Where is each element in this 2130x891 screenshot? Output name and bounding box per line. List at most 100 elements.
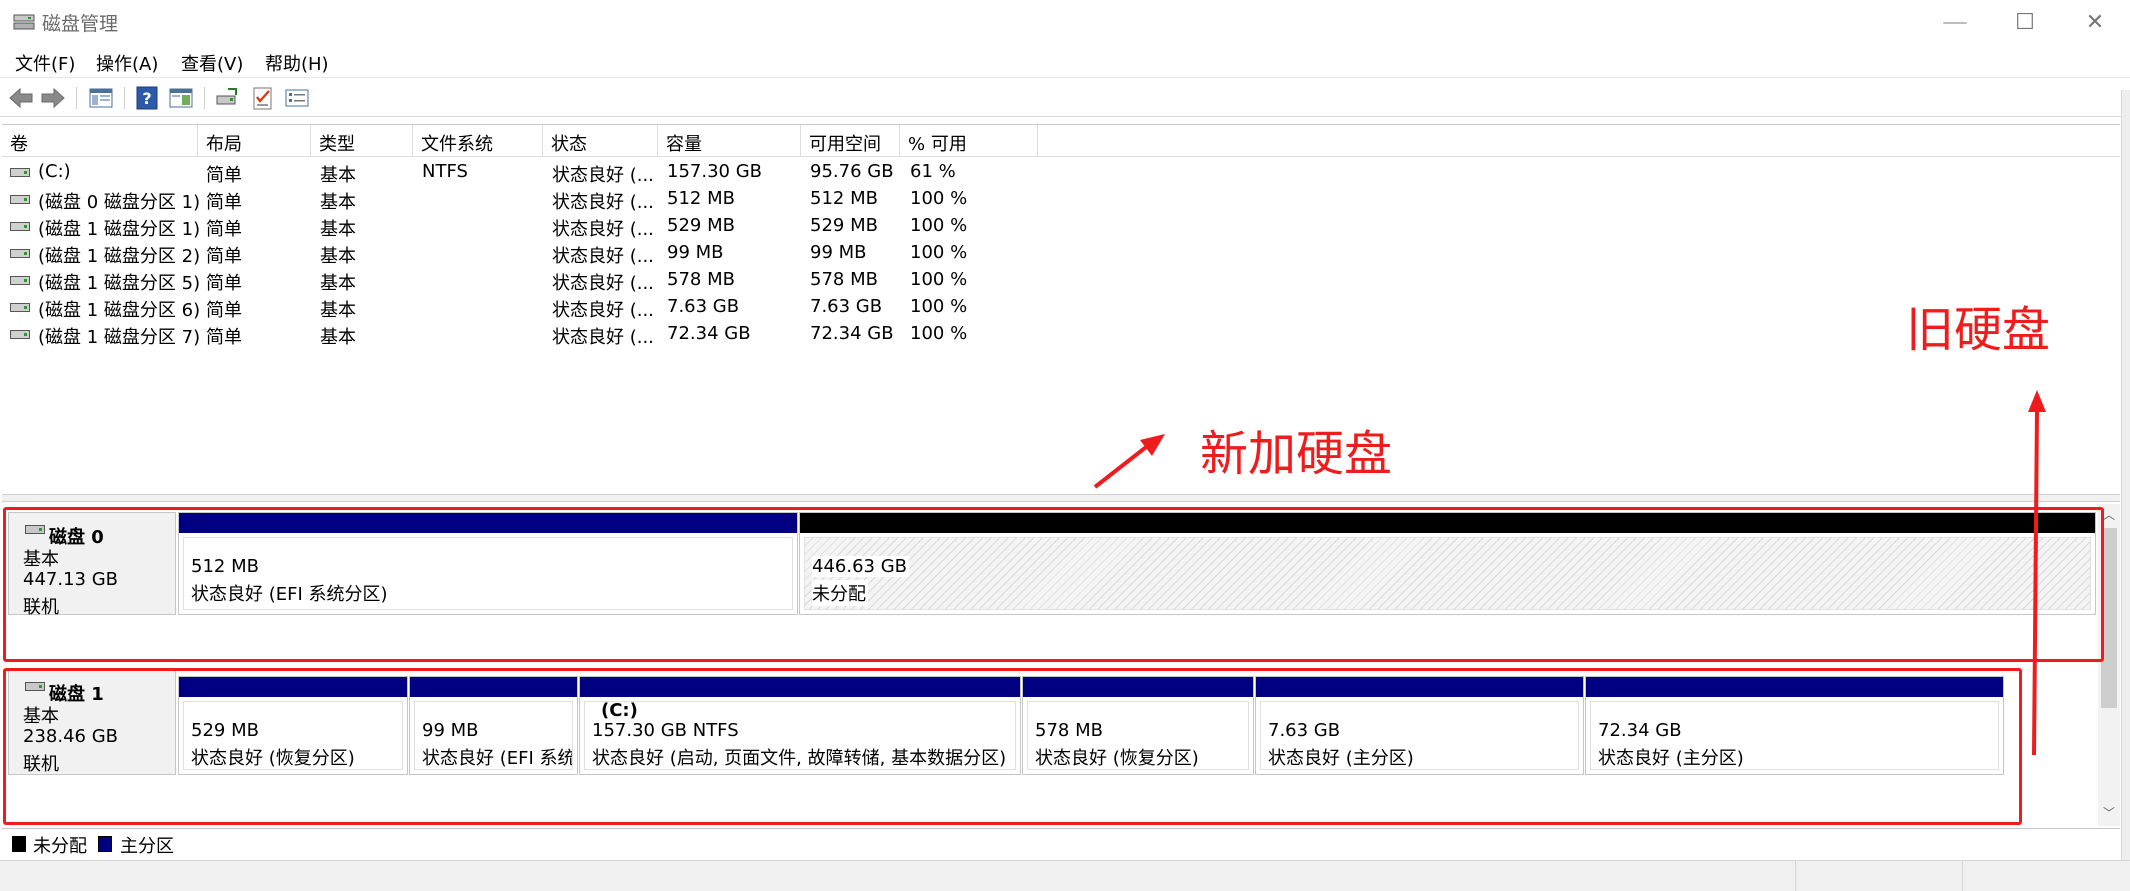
table-row[interactable]: (磁盘 0 磁盘分区 1) 简单 基本 状态良好 (... 512 MB 512 MB 10… xyxy=(2,186,2120,213)
cell-percent-free: 61 % xyxy=(910,161,956,182)
list-header: 卷 布局 类型 文件系统 状态 容量 可用空间 % 可用 xyxy=(2,125,2120,157)
cell-status: 状态良好 (... xyxy=(552,273,654,294)
table-row[interactable]: (磁盘 1 磁盘分区 1) 简单 基本 状态良好 (... 529 MB 529 MB 10… xyxy=(2,213,2120,240)
cell-layout: 简单 xyxy=(206,246,242,267)
cell-capacity: 7.63 GB xyxy=(667,296,740,317)
column-header-filesystem[interactable]: 文件系统 xyxy=(413,125,543,157)
cell-status: 状态良好 (... xyxy=(552,219,654,240)
properties-icon[interactable] xyxy=(284,85,310,111)
annotation-box-disk-1 xyxy=(3,668,2022,825)
cell-capacity: 72.34 GB xyxy=(667,323,751,344)
cell-volume: (磁盘 1 磁盘分区 7) xyxy=(38,327,201,348)
checklist-icon[interactable] xyxy=(250,85,276,111)
cell-capacity: 512 MB xyxy=(667,188,735,209)
close-icon: ✕ xyxy=(2085,9,2105,35)
column-header-free-space[interactable]: 可用空间 xyxy=(801,125,900,157)
toolbar: ? xyxy=(0,79,2130,117)
cell-volume: (磁盘 1 磁盘分区 6) xyxy=(38,300,201,321)
menu-file[interactable]: 文件(F) xyxy=(15,50,75,76)
column-header-type[interactable]: 类型 xyxy=(311,125,413,157)
annotation-old-disk: 旧硬盘 xyxy=(1906,302,2051,358)
cell-free-space: 578 MB xyxy=(810,269,878,290)
cell-volume: (磁盘 1 磁盘分区 1) xyxy=(38,219,201,240)
maximize-button[interactable]: ☐ xyxy=(1990,0,2060,44)
column-header-volume[interactable]: 卷 xyxy=(2,125,198,157)
volume-icon xyxy=(10,168,30,177)
cell-type: 基本 xyxy=(320,300,356,321)
cell-percent-free: 100 % xyxy=(910,215,968,236)
cell-layout: 简单 xyxy=(206,273,242,294)
cell-layout: 简单 xyxy=(206,165,242,186)
console-tree-icon[interactable] xyxy=(88,85,114,111)
legend-swatch-unallocated xyxy=(12,836,26,852)
cell-volume: (磁盘 1 磁盘分区 2) xyxy=(38,246,201,267)
toolbar-separator xyxy=(204,87,205,109)
cell-percent-free: 100 % xyxy=(910,242,968,263)
volume-icon xyxy=(10,330,30,339)
help-icon[interactable]: ? xyxy=(134,85,160,111)
status-divider xyxy=(1962,861,1963,891)
forward-icon[interactable] xyxy=(40,85,66,111)
column-header-layout[interactable]: 布局 xyxy=(198,125,311,157)
disk-management-icon xyxy=(13,14,35,30)
cell-status: 状态良好 (... xyxy=(552,192,654,213)
close-button[interactable]: ✕ xyxy=(2060,0,2130,44)
back-icon[interactable] xyxy=(8,85,34,111)
cell-percent-free: 100 % xyxy=(910,296,968,317)
scroll-down-icon[interactable]: ﹀ xyxy=(2102,806,2116,820)
cell-status: 状态良好 (... xyxy=(552,246,654,267)
table-row[interactable]: (C:) 简单 基本 NTFS 状态良好 (... 157.30 GB 95.76 GB 61… xyxy=(2,159,2120,186)
cell-layout: 简单 xyxy=(206,300,242,321)
cell-percent-free: 100 % xyxy=(910,269,968,290)
column-header-capacity[interactable]: 容量 xyxy=(658,125,801,157)
legend-label-primary: 主分区 xyxy=(120,836,174,857)
cell-type: 基本 xyxy=(320,165,356,186)
table-row[interactable]: (磁盘 1 磁盘分区 5) 简单 基本 状态良好 (... 578 MB 578 MB 10… xyxy=(2,267,2120,294)
cell-status: 状态良好 (... xyxy=(552,300,654,321)
column-header-status[interactable]: 状态 xyxy=(543,125,658,157)
cell-type: 基本 xyxy=(320,192,356,213)
minimize-button[interactable]: — xyxy=(1920,0,1990,44)
cell-type: 基本 xyxy=(320,273,356,294)
cell-volume: (磁盘 0 磁盘分区 1) xyxy=(38,192,201,213)
cell-layout: 简单 xyxy=(206,327,242,348)
volume-list: 卷 布局 类型 文件系统 状态 容量 可用空间 % 可用 (C:) 简单 基本 NTF… xyxy=(2,124,2120,496)
menu-view[interactable]: 查看(V) xyxy=(181,50,243,76)
volume-icon xyxy=(10,195,30,204)
column-header-percent-free[interactable]: % 可用 xyxy=(900,125,1038,157)
cell-type: 基本 xyxy=(320,219,356,240)
cell-capacity: 157.30 GB xyxy=(667,161,763,182)
scroll-up-icon[interactable]: ︿ xyxy=(2102,508,2116,522)
cell-volume: (C:) xyxy=(38,161,71,182)
table-row[interactable]: (磁盘 1 磁盘分区 2) 简单 基本 状态良好 (... 99 MB 99 MB 100 … xyxy=(2,240,2120,267)
cell-capacity: 529 MB xyxy=(667,215,735,236)
cell-status: 状态良好 (... xyxy=(552,165,654,186)
legend-bar: 未分配 主分区 xyxy=(2,828,2120,858)
cell-type: 基本 xyxy=(320,327,356,348)
title-bar: 磁盘管理 — ☐ ✕ xyxy=(0,0,2130,44)
table-row[interactable]: (磁盘 1 磁盘分区 7) 简单 基本 状态良好 (... 72.34 GB 72.34 … xyxy=(2,321,2120,348)
cell-percent-free: 100 % xyxy=(910,323,968,344)
connect-disk-icon[interactable] xyxy=(214,85,240,111)
status-bar xyxy=(0,860,2130,891)
cell-type: 基本 xyxy=(320,246,356,267)
menu-help[interactable]: 帮助(H) xyxy=(265,50,329,76)
cell-free-space: 512 MB xyxy=(810,188,878,209)
maximize-icon: ☐ xyxy=(2015,9,2035,35)
cell-free-space: 95.76 GB xyxy=(810,161,894,182)
menu-action[interactable]: 操作(A) xyxy=(96,50,158,76)
cell-capacity: 99 MB xyxy=(667,242,724,263)
table-row[interactable]: (磁盘 1 磁盘分区 6) 简单 基本 状态良好 (... 7.63 GB 7.63 GB… xyxy=(2,294,2120,321)
menu-bar: 文件(F) 操作(A) 查看(V) 帮助(H) xyxy=(0,46,2130,78)
legend-swatch-primary xyxy=(98,836,112,852)
properties-view-icon[interactable] xyxy=(168,85,194,111)
legend-label-unallocated: 未分配 xyxy=(33,836,87,857)
volume-icon xyxy=(10,222,30,231)
cell-filesystem: NTFS xyxy=(422,161,468,182)
pane-splitter[interactable] xyxy=(2,494,2120,502)
svg-text:?: ? xyxy=(142,89,151,108)
annotation-new-disk: 新加硬盘 xyxy=(1200,426,1393,482)
status-divider xyxy=(1795,861,1796,891)
cell-free-space: 99 MB xyxy=(810,242,867,263)
cell-capacity: 578 MB xyxy=(667,269,735,290)
